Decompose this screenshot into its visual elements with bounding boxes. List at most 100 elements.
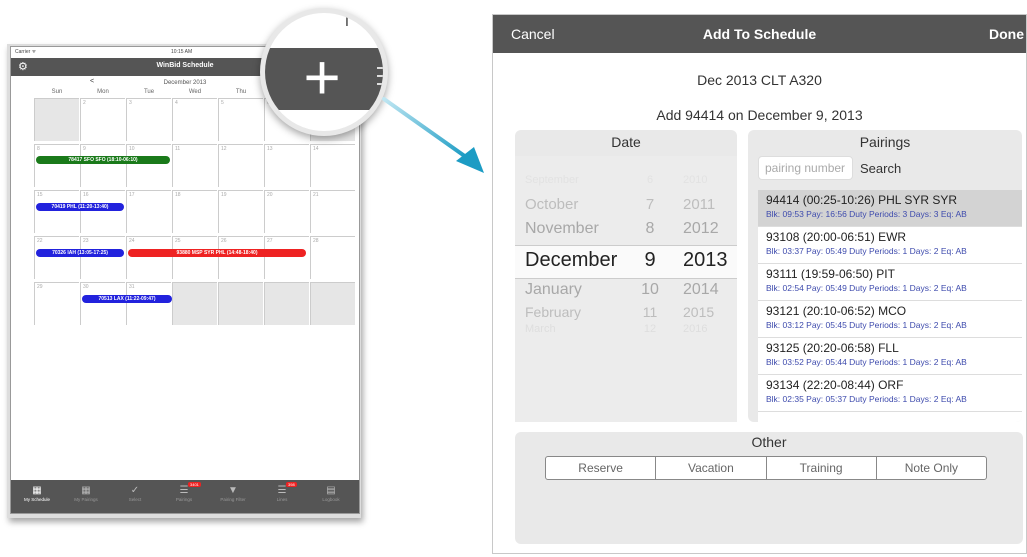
calendar-day-cell[interactable]: 27	[264, 236, 309, 279]
calendar-day-cell[interactable]	[310, 282, 355, 325]
picker-value[interactable]: March	[525, 323, 556, 335]
pairing-row[interactable]: 93108 (20:00-06:51) EWR Blk: 03:37 Pay: 0…	[758, 227, 1022, 264]
pairing-row[interactable]: 93134 (22:20-08:44) ORF Blk: 02:35 Pay: 0…	[758, 375, 1022, 412]
other-segmented-control[interactable]: Reserve Vacation Training Note Only	[545, 456, 987, 480]
calendar-event-bar[interactable]: 70326 IAH (13:05-17:25)	[36, 249, 124, 257]
tab-select[interactable]: ✓ Select	[113, 484, 157, 502]
picker-selected-value[interactable]: 9	[635, 249, 665, 272]
date-section: Date September 6 2010 October 7 2011 November 8…	[515, 130, 737, 422]
calendar-day-cell[interactable]: 8	[34, 144, 79, 187]
calendar-day-cell[interactable]: 29	[34, 282, 79, 325]
filter-icon: ▼	[228, 485, 238, 496]
search-button[interactable]: Search	[860, 161, 901, 176]
picker-value[interactable]: January	[525, 281, 582, 299]
calendar-day-cell[interactable]: 19	[218, 190, 263, 233]
picker-value[interactable]: 10	[635, 281, 665, 299]
calendar-day-cell[interactable]: 17	[126, 190, 171, 233]
picker-value[interactable]: October	[525, 196, 578, 213]
note-only-option[interactable]: Note Only	[877, 457, 986, 479]
tab-my-pairings[interactable]: ▦ My Pairings	[64, 484, 108, 502]
calendar-event-bar[interactable]: 93880 MSP SYR PHL (14:48-18:40)	[128, 249, 306, 257]
tab-label: Select	[128, 497, 142, 502]
picker-value[interactable]: 2015	[683, 304, 714, 320]
picker-value[interactable]: February	[525, 304, 581, 320]
calendar-event-bar[interactable]: 78417 SFO SFO (18:10-06:10)	[36, 156, 170, 164]
pairing-row[interactable]: 93111 (19:59-06:50) PIT Blk: 02:54 Pay: 0…	[758, 264, 1022, 301]
calendar-day-cell[interactable]: 25	[172, 236, 217, 279]
picker-value[interactable]: 2011	[683, 196, 715, 213]
calendar-event-bar[interactable]: 70513 LAX (11:22-09:47)	[82, 295, 172, 303]
done-button[interactable]: Done	[989, 26, 1024, 42]
calendar-day-cell[interactable]: 31	[126, 282, 171, 325]
picker-value[interactable]: 7	[635, 196, 665, 213]
picker-value[interactable]: November	[525, 220, 599, 238]
calendar-day-cell[interactable]: 18	[172, 190, 217, 233]
pairing-row[interactable]: 93121 (20:10-06:52) MCO Blk: 03:12 Pay: 0…	[758, 301, 1022, 338]
calendar-day-cell[interactable]: 16	[80, 190, 125, 233]
calendar-day-cell[interactable]: 30	[80, 282, 125, 325]
training-option[interactable]: Training	[767, 457, 877, 479]
pairing-details: Blk: 03:12 Pay: 05:45 Duty Periods: 1 Da…	[766, 320, 967, 330]
add-pairing-summary: Add 94414 on December 9, 2013	[656, 107, 863, 123]
calendar-day-cell[interactable]: 3	[126, 98, 171, 141]
picker-value[interactable]: 6	[635, 174, 665, 186]
pairing-details: Blk: 02:35 Pay: 05:37 Duty Periods: 1 Da…	[766, 394, 967, 404]
calendar-day-cell[interactable]: 20	[264, 190, 309, 233]
calendar-day-cell[interactable]: 2	[80, 98, 125, 141]
picker-value[interactable]: 2010	[683, 174, 707, 186]
tab-badge: 398	[286, 482, 297, 487]
date-picker-wheel[interactable]: September 6 2010 October 7 2011 November 8 2012 D…	[515, 156, 737, 422]
picker-selected-value[interactable]: 2013	[683, 249, 728, 272]
calendar-day-cell[interactable]: 22	[34, 236, 79, 279]
calendar-day-cell[interactable]: 26	[218, 236, 263, 279]
calendar-day-cell[interactable]: 4	[172, 98, 217, 141]
tab-badge: 3401	[188, 482, 201, 487]
picker-value[interactable]: September	[525, 174, 579, 186]
calendar-day-cell[interactable]: 23	[80, 236, 125, 279]
add-plus-icon[interactable]: +	[294, 45, 350, 109]
picker-value[interactable]: 2016	[683, 323, 707, 335]
tab-pairings[interactable]: ☰ Pairings 3401	[162, 482, 206, 502]
calendar-day-cell[interactable]: 12	[218, 144, 263, 187]
pairing-summary: 93125 (20:20-06:58) FLL	[766, 341, 899, 355]
pairing-number-input[interactable]	[758, 156, 853, 180]
picker-value[interactable]: 11	[635, 304, 665, 320]
vacation-option[interactable]: Vacation	[656, 457, 767, 479]
calendar-day-cell[interactable]: 11	[172, 144, 217, 187]
menu-lines-icon	[377, 67, 383, 87]
calendar-day-cell[interactable]: 21	[310, 190, 355, 233]
calendar-day-cell[interactable]: 28	[310, 236, 355, 279]
pairing-row[interactable]: 94414 (00:25-10:26) PHL SYR SYR Blk: 09:5…	[758, 190, 1022, 227]
other-section: Other Reserve Vacation Training Note Onl…	[515, 432, 1023, 544]
picker-selected-value[interactable]: December	[525, 249, 617, 272]
calendar-day-cell[interactable]	[34, 98, 79, 141]
tab-logbook[interactable]: ▤ Logbook	[309, 484, 353, 502]
calendar-day-cell[interactable]: 9	[80, 144, 125, 187]
calendar-day-cell[interactable]: 15	[34, 190, 79, 233]
pairings-list[interactable]: 94414 (00:25-10:26) PHL SYR SYR Blk: 09:5…	[758, 190, 1022, 422]
calendar-day-cell[interactable]: 5	[218, 98, 263, 141]
calendar-day-cell[interactable]	[218, 282, 263, 325]
calendar-event-bar[interactable]: 70419 PHL (11:20-13:40)	[36, 203, 124, 211]
tab-my-schedule[interactable]: ▦ My Schedule	[15, 484, 59, 502]
picker-value[interactable]: 2014	[683, 281, 719, 299]
tab-label: Lines	[276, 497, 288, 502]
popup-nav-bar: Cancel Add To Schedule Done	[493, 15, 1026, 53]
calendar-day-cell[interactable]	[264, 282, 309, 325]
calendar-day-cell[interactable]	[172, 282, 217, 325]
calendar-day-cell[interactable]: 13	[264, 144, 309, 187]
pairing-summary: 93134 (22:20-08:44) ORF	[766, 378, 904, 392]
calendar-day-cell[interactable]: 10	[126, 144, 171, 187]
pairing-row[interactable]: 93125 (20:20-06:58) FLL Blk: 03:52 Pay: 0…	[758, 338, 1022, 375]
calendar-day-cell[interactable]: 14	[310, 144, 355, 187]
picker-value[interactable]: 2012	[683, 220, 719, 238]
tab-lines[interactable]: ☰ Lines 398	[260, 482, 304, 502]
calendar-day-cell[interactable]: 24	[126, 236, 171, 279]
calendar-day-number: 8	[37, 146, 40, 152]
weekday-label: Mon	[97, 89, 109, 95]
reserve-option[interactable]: Reserve	[546, 457, 657, 479]
tab-pairing-filter[interactable]: ▼ Pairing Filter	[211, 484, 255, 502]
picker-value[interactable]: 8	[635, 220, 665, 238]
picker-value[interactable]: 12	[635, 323, 665, 335]
weekday-label: Thu	[235, 89, 247, 95]
